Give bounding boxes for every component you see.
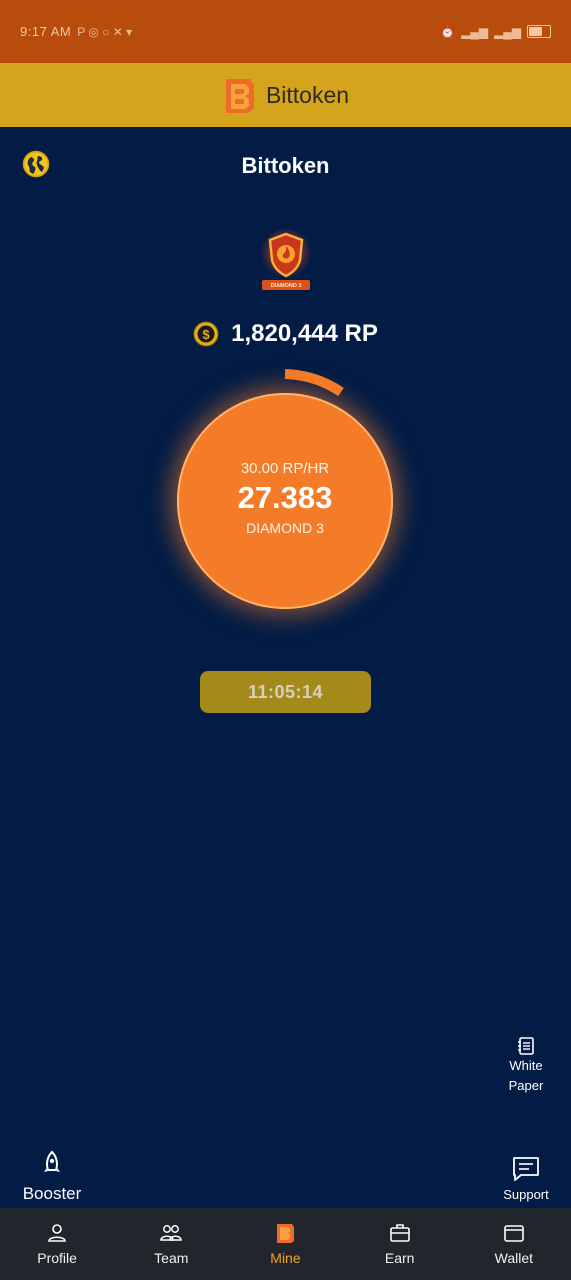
nav-mine-label: Mine	[270, 1250, 301, 1266]
bittoken-logo-icon	[277, 1224, 295, 1243]
signal-icon: ▂▄▆	[461, 24, 489, 39]
alarm-icon: ⏰	[440, 24, 456, 39]
status-right: ⏰ ▂▄▆ ▂▄▆	[440, 25, 551, 39]
booster-label: Booster	[22, 1184, 82, 1203]
mining-value: 27.383	[237, 480, 333, 515]
mining-rate: 30.00 RP/HR	[240, 460, 330, 477]
notebook-icon	[518, 1037, 534, 1055]
nav-mine[interactable]: Mine	[240, 1222, 330, 1266]
nav-team[interactable]: Team	[126, 1222, 216, 1266]
nav-earn[interactable]: Earn	[355, 1222, 445, 1266]
nav-wallet-label: Wallet	[494, 1250, 534, 1266]
rank-badge-label: DIAMOND 3	[270, 283, 302, 289]
nav-earn-label: Earn	[384, 1250, 415, 1266]
app-brand-name: Bittoken	[265, 81, 350, 108]
bottom-nav: Profile Team Mine Earn Wallet	[0, 1208, 571, 1280]
balance-amount: 1,820,444 RP	[231, 320, 378, 347]
bittoken-logo-icon	[225, 79, 254, 113]
chat-icon	[513, 1157, 539, 1181]
status-left: 9:17 AM P ◎ ○ ✕ ▾	[20, 24, 132, 39]
rocket-icon	[44, 1150, 60, 1172]
white-paper-button[interactable]: White Paper	[496, 1036, 556, 1106]
balance-row: $ 1,820,444 RP	[0, 316, 571, 352]
app-header: Bittoken	[0, 63, 571, 127]
person-icon	[48, 1224, 66, 1242]
wallet-icon	[504, 1225, 524, 1242]
white-paper-label-line2: Paper	[508, 1078, 544, 1093]
svg-text:$: $	[202, 327, 210, 342]
signal-icon-2: ▂▄▆	[494, 24, 521, 39]
support-button[interactable]: Support	[494, 1155, 558, 1211]
mining-timer-button[interactable]: 11:05:14	[200, 671, 371, 713]
support-label: Support	[503, 1187, 549, 1202]
booster-button[interactable]: Booster	[16, 1150, 88, 1210]
notification-icons: P ◎ ○ ✕ ▾	[77, 24, 133, 39]
status-time: 9:17 AM	[20, 24, 72, 39]
briefcase-icon	[389, 1224, 410, 1242]
nav-profile[interactable]: Profile	[12, 1222, 102, 1266]
white-paper-label-line1: White	[509, 1058, 543, 1073]
coin-icon: $	[193, 321, 219, 347]
nav-wallet[interactable]: Wallet	[469, 1222, 559, 1266]
page-title: Bittoken	[241, 153, 330, 178]
nav-profile-label: Profile	[37, 1250, 77, 1266]
mine-button[interactable]: 30.00 RP/HR 27.383 DIAMOND 3	[177, 393, 393, 609]
battery-icon	[527, 25, 551, 38]
status-bar: 9:17 AM P ◎ ○ ✕ ▾ ⏰ ▂▄▆ ▂▄▆	[0, 0, 571, 63]
team-icon	[160, 1225, 183, 1241]
mining-level: DIAMOND 3	[246, 520, 324, 536]
nav-team-label: Team	[154, 1250, 189, 1266]
